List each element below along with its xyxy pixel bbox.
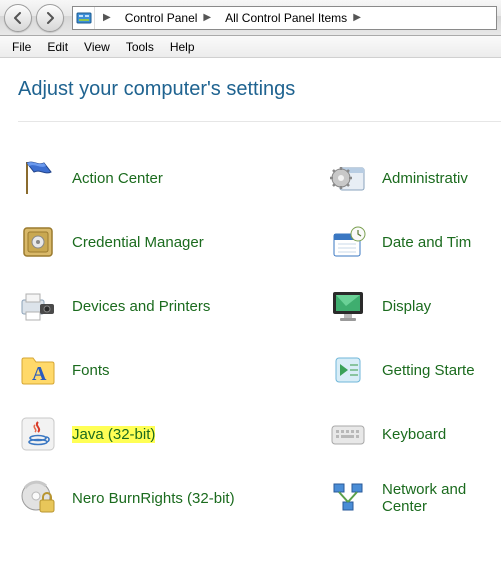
chevron-right-icon: ▶ <box>203 12 211 23</box>
address-bar[interactable]: ▶ Control Panel ▶ All Control Panel Item… <box>72 6 497 30</box>
disc-lock-icon <box>18 478 58 518</box>
menu-tools[interactable]: Tools <box>118 38 162 56</box>
breadcrumb-label: All Control Panel Items <box>225 11 347 25</box>
item-label: Nero BurnRights (32-bit) <box>72 490 235 507</box>
item-label: Date and Tim <box>382 234 471 251</box>
item-label: Administrativ <box>382 170 468 187</box>
calendar-clock-icon <box>328 222 368 262</box>
breadcrumb-label: Control Panel <box>125 11 198 25</box>
breadcrumb-segment-all-items[interactable]: All Control Panel Items ▶ <box>217 7 367 29</box>
item-label: Network and Center <box>382 481 466 515</box>
svg-text:A: A <box>32 363 47 385</box>
item-label: Display <box>382 298 431 315</box>
breadcrumb-segment-control-panel[interactable]: Control Panel ▶ <box>117 7 217 29</box>
item-java[interactable]: Java (32-bit) <box>18 414 318 454</box>
item-label: Devices and Printers <box>72 298 210 315</box>
item-network-and-sharing-center[interactable]: Network and Center <box>328 478 501 518</box>
printer-camera-icon <box>18 286 58 326</box>
content-area: Adjust your computer's settings Action C… <box>0 58 501 518</box>
item-administrative-tools[interactable]: Administrativ <box>328 158 501 198</box>
navigation-bar: ▶ Control Panel ▶ All Control Panel Item… <box>0 0 501 36</box>
item-devices-and-printers[interactable]: Devices and Printers <box>18 286 318 326</box>
item-label: Java (32-bit) <box>72 426 155 443</box>
keyboard-icon <box>328 414 368 454</box>
menu-help[interactable]: Help <box>162 38 203 56</box>
getting-started-icon <box>328 350 368 390</box>
chevron-right-icon: ▶ <box>353 12 361 23</box>
item-action-center[interactable]: Action Center <box>18 158 318 198</box>
arrow-left-icon <box>12 12 24 24</box>
menu-edit[interactable]: Edit <box>39 38 76 56</box>
menu-view[interactable]: View <box>76 38 118 56</box>
items-grid: Action Center Administrativ Credential M… <box>18 122 501 518</box>
back-button[interactable] <box>4 4 32 32</box>
page-heading: Adjust your computer's settings <box>18 78 501 122</box>
control-panel-icon <box>73 7 95 29</box>
item-label: Fonts <box>72 362 110 379</box>
menu-bar: File Edit View Tools Help <box>0 36 501 58</box>
arrow-right-icon <box>44 12 56 24</box>
item-nero-burnrights[interactable]: Nero BurnRights (32-bit) <box>18 478 318 518</box>
java-icon <box>18 414 58 454</box>
item-date-and-time[interactable]: Date and Tim <box>328 222 501 262</box>
item-getting-started[interactable]: Getting Starte <box>328 350 501 390</box>
gear-window-icon <box>328 158 368 198</box>
forward-button[interactable] <box>36 4 64 32</box>
flag-icon <box>18 158 58 198</box>
item-keyboard[interactable]: Keyboard <box>328 414 501 454</box>
item-label: Action Center <box>72 170 163 187</box>
chevron-right-icon: ▶ <box>103 12 111 23</box>
item-display[interactable]: Display <box>328 286 501 326</box>
network-icon <box>328 478 368 518</box>
breadcrumb-root-arrow[interactable]: ▶ <box>95 7 117 29</box>
fonts-folder-icon: A <box>18 350 58 390</box>
safe-icon <box>18 222 58 262</box>
item-credential-manager[interactable]: Credential Manager <box>18 222 318 262</box>
item-label: Keyboard <box>382 426 446 443</box>
item-label: Getting Starte <box>382 362 475 379</box>
monitor-icon <box>328 286 368 326</box>
menu-file[interactable]: File <box>4 38 39 56</box>
item-fonts[interactable]: A Fonts <box>18 350 318 390</box>
item-label: Credential Manager <box>72 234 204 251</box>
